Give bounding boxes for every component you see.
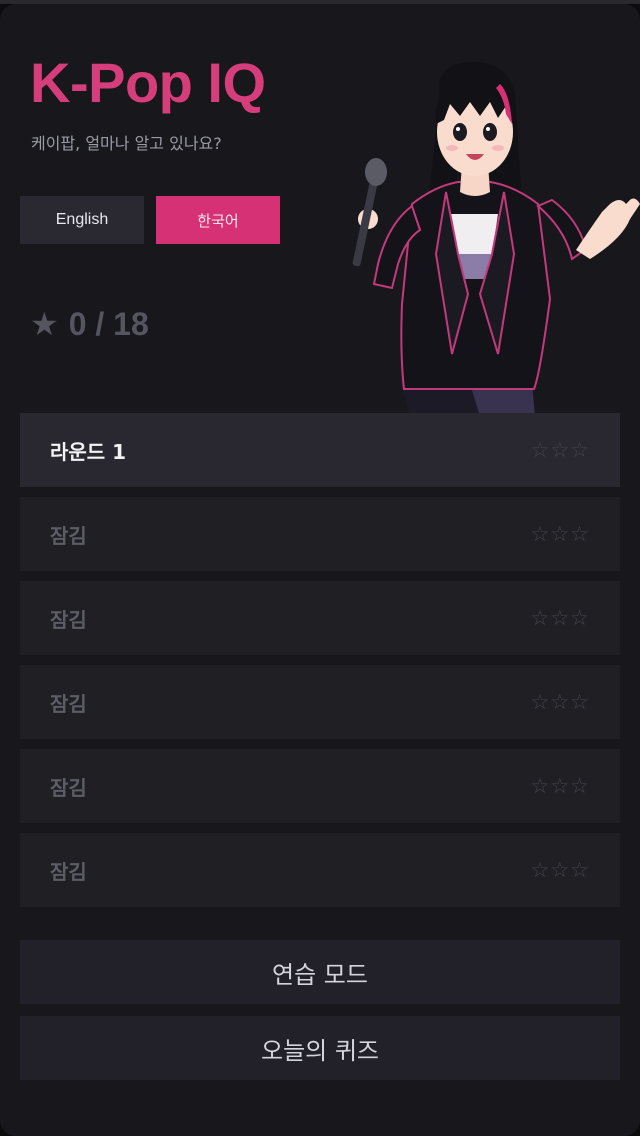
app-container: K-Pop IQ 케이팝, 얼마나 알고 있나요? English 한국어 ★ … xyxy=(0,4,640,1136)
round-stars: ☆☆☆ xyxy=(530,690,590,714)
round-stars: ☆☆☆ xyxy=(530,858,590,882)
round-label: 잠김 xyxy=(50,859,87,884)
round-item-5[interactable]: 잠김 ☆☆☆ xyxy=(20,749,620,823)
score-display: ★ 0 / 18 xyxy=(30,300,149,348)
round-label: 잠김 xyxy=(50,691,87,716)
round-item-1[interactable]: 라운드 1 ☆☆☆ xyxy=(20,413,620,487)
language-english-button[interactable]: English xyxy=(20,196,144,244)
round-label: 라운드 1 xyxy=(50,439,127,464)
practice-mode-button[interactable]: 연습 모드 xyxy=(20,940,620,1004)
round-stars: ☆☆☆ xyxy=(530,522,590,546)
app-subtitle: 케이팝, 얼마나 알고 있나요? xyxy=(31,134,222,153)
language-korean-button[interactable]: 한국어 xyxy=(156,196,280,244)
round-item-6[interactable]: 잠김 ☆☆☆ xyxy=(20,833,620,907)
singer-character-illustration xyxy=(352,61,640,414)
round-item-4[interactable]: 잠김 ☆☆☆ xyxy=(20,665,620,739)
star-icon: ★ xyxy=(30,305,59,343)
round-label: 잠김 xyxy=(50,775,87,800)
round-item-2[interactable]: 잠김 ☆☆☆ xyxy=(20,497,620,571)
round-item-3[interactable]: 잠김 ☆☆☆ xyxy=(20,581,620,655)
round-label: 잠김 xyxy=(50,607,87,632)
app-title: K-Pop IQ xyxy=(30,51,266,114)
round-stars: ☆☆☆ xyxy=(530,774,590,798)
score-text: 0 / 18 xyxy=(68,305,149,342)
round-label: 잠김 xyxy=(50,523,87,548)
round-stars: ☆☆☆ xyxy=(530,606,590,630)
daily-quiz-button[interactable]: 오늘의 퀴즈 xyxy=(20,1016,620,1080)
round-stars: ☆☆☆ xyxy=(530,438,590,462)
